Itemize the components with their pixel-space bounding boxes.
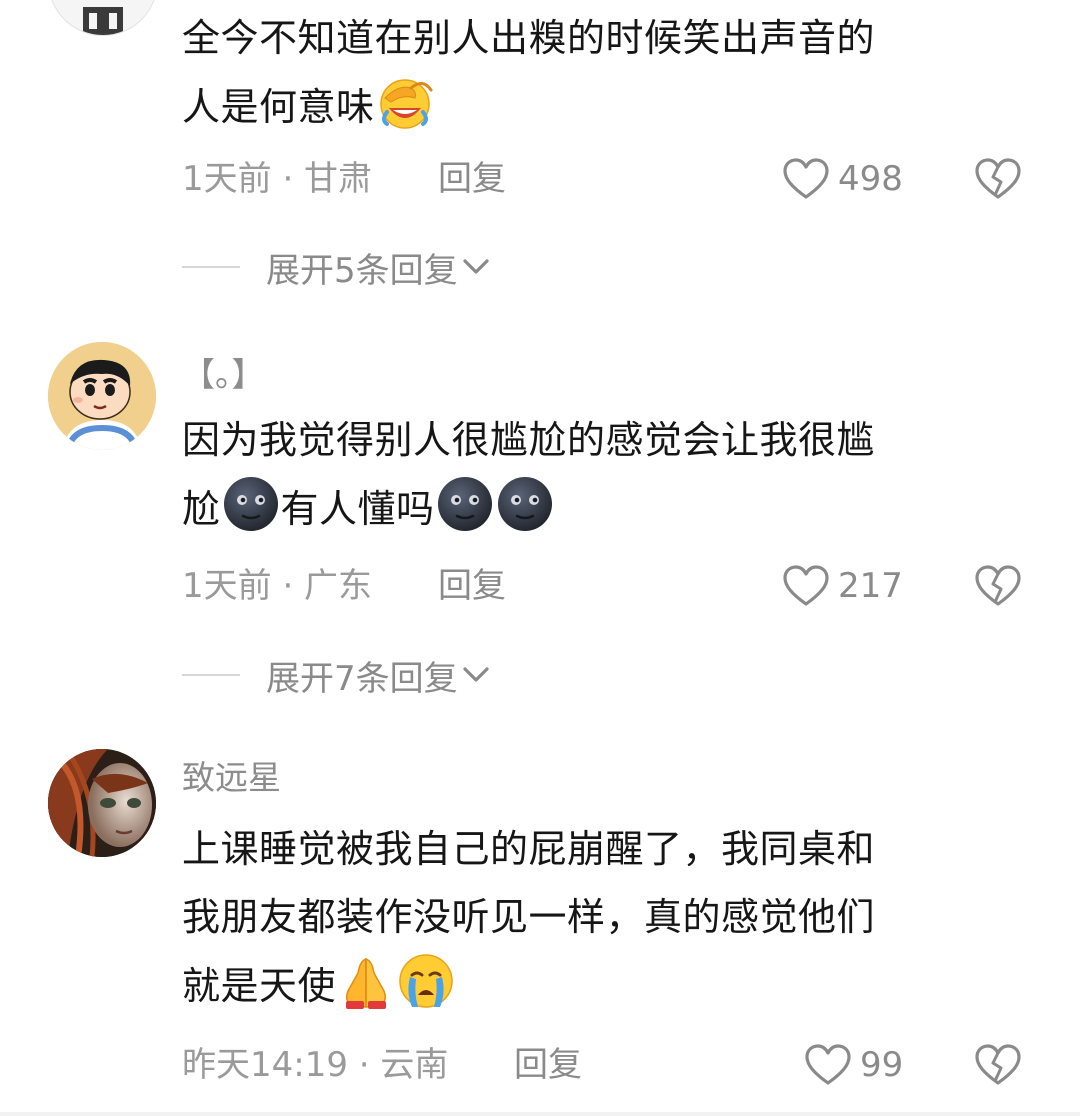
new-moon-face-emoji-icon <box>435 474 495 534</box>
dislike-button[interactable] <box>974 564 1022 608</box>
divider <box>182 266 240 268</box>
heart-icon <box>805 1044 851 1085</box>
comment-meta: 1天前 · 甘肃 回复 498 <box>182 157 1042 201</box>
avatar[interactable] <box>48 749 156 857</box>
comment-text-line: 全今不知道在别人出糗的时候笑出声音的 <box>182 16 876 60</box>
heart-icon <box>783 565 829 606</box>
like-button[interactable]: 99 <box>804 1043 903 1087</box>
comment-time-location: 1天前 · 广东 <box>182 566 373 606</box>
reply-button[interactable]: 回复 <box>514 1043 582 1087</box>
like-button[interactable]: 217 <box>782 564 903 608</box>
facepalm-laugh-emoji-icon <box>375 72 435 132</box>
broken-heart-icon <box>975 565 1021 606</box>
heart-icon <box>783 158 829 199</box>
new-moon-face-emoji-icon <box>221 474 281 534</box>
dislike-button[interactable] <box>974 1043 1022 1087</box>
chevron-down-icon <box>463 667 489 682</box>
reply-button[interactable]: 回复 <box>438 564 506 608</box>
comment-username[interactable]: 致远星 <box>182 758 281 798</box>
comment-text-line: 尬 有人懂吗 <box>182 474 1002 543</box>
dislike-button[interactable] <box>974 157 1022 201</box>
chevron-down-icon <box>463 259 489 274</box>
comment-text-line: 就是天使 <box>182 951 1002 1020</box>
comment-text-line: 我朋友都装作没听见一样，真的感觉他们 <box>182 895 876 939</box>
comment-text-line: 因为我觉得别人很尴尬的感觉会让我很尴 <box>182 418 876 462</box>
like-count: 498 <box>838 159 903 199</box>
expand-replies-button[interactable]: 展开7条回复 <box>182 653 490 699</box>
comment-text-segment: 就是天使 <box>182 964 337 1008</box>
divider <box>182 674 240 676</box>
comment-meta: 1天前 · 广东 回复 217 <box>182 564 1042 608</box>
like-button[interactable]: 498 <box>782 157 903 201</box>
broken-heart-icon <box>975 158 1021 199</box>
comment-text: 上课睡觉被我自己的屁崩醒了，我同桌和 我朋友都装作没听见一样，真的感觉他们 就是… <box>182 815 1002 1020</box>
divider <box>0 1112 1080 1116</box>
like-count: 217 <box>838 566 903 606</box>
like-count: 99 <box>860 1045 904 1085</box>
new-moon-face-emoji-icon <box>495 474 555 534</box>
comment-text-segment: 人是何意味 <box>182 85 375 129</box>
folded-hands-emoji-icon <box>336 951 396 1011</box>
comment-text-line: 人是何意味 <box>182 72 1002 141</box>
loudly-crying-face-emoji-icon <box>396 951 456 1011</box>
reply-button[interactable]: 回复 <box>438 157 506 201</box>
comment-username[interactable]: 【。】 <box>182 355 265 395</box>
comment-text-segment: 有人懂吗 <box>280 487 435 531</box>
expand-replies-label: 展开5条回复 <box>266 250 458 291</box>
broken-heart-icon <box>975 1044 1021 1085</box>
comment-meta: 昨天14:19 · 云南 回复 99 <box>182 1043 1042 1087</box>
expand-replies-label: 展开7条回复 <box>266 658 458 699</box>
comment-text-line: 上课睡觉被我自己的屁崩醒了，我同桌和 <box>182 827 876 871</box>
expand-replies-button[interactable]: 展开5条回复 <box>182 245 490 291</box>
comment-text: 因为我觉得别人很尴尬的感觉会让我很尴 尬 有人懂吗 <box>182 406 1002 543</box>
comment-text-segment: 尬 <box>182 487 221 531</box>
comment-time-location: 昨天14:19 · 云南 <box>182 1045 449 1085</box>
avatar[interactable] <box>48 342 156 450</box>
comment-text: 全今不知道在别人出糗的时候笑出声音的 人是何意味 <box>182 4 1002 141</box>
avatar[interactable] <box>48 0 158 36</box>
comment-time-location: 1天前 · 甘肃 <box>182 159 373 199</box>
